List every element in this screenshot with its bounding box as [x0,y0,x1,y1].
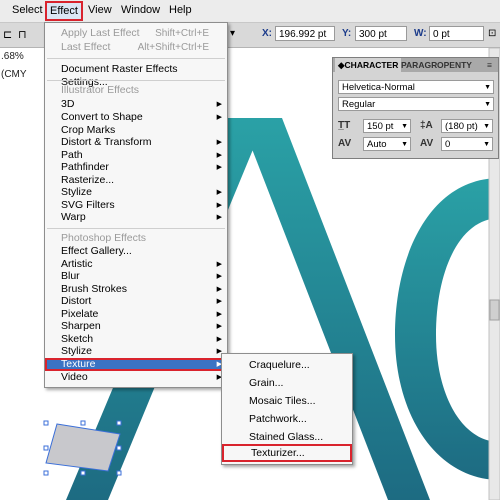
menu-item-distort-transform[interactable]: Distort & Transform ▶ [45,136,227,149]
menu-separator [47,80,225,81]
menu-item-stylize-photoshop[interactable]: Stylize ▶ [45,345,227,358]
photoshop-effects-header: Photoshop Effects [61,232,147,244]
submenu-arrow-icon: ▶ [216,139,222,146]
chevron-down-icon: ▼ [401,123,408,130]
texture-submenu: Craquelure... Grain... Mosaic Tiles... P… [221,353,353,465]
font-size-field[interactable]: 150 pt ▼ [363,119,411,133]
submenu-arrow-icon: ▶ [216,189,222,196]
tracking-field[interactable]: 0 ▼ [441,137,493,151]
kerning-field[interactable]: Auto ▼ [363,137,411,151]
x-field[interactable]: 196.992 pt [275,26,335,41]
submenu-arrow-icon: ▶ [216,214,222,221]
menu-separator [47,228,225,229]
font-style-select[interactable]: Regular ▼ [338,97,494,111]
font-size-icon: T̲T [338,120,351,131]
kerning-icon: AV [338,138,352,149]
menu-item-blur[interactable]: Blur ▶ [45,270,227,283]
submenu-arrow-icon: ▶ [216,298,222,305]
chevron-down-icon: ▼ [483,141,490,148]
w-label: W: [414,28,427,39]
align-left-icon[interactable]: ⊏ [3,28,12,41]
menu-item-stylize-illustrator[interactable]: Stylize ▶ [45,186,227,199]
menu-separator [47,58,225,59]
submenu-arrow-icon: ▶ [216,323,222,330]
menu-effect[interactable]: Effect [45,1,83,21]
menu-item-last-effect: Last Effect Alt+Shift+Ctrl+E [61,41,209,53]
submenu-item-craquelure[interactable]: Craquelure... [222,356,352,374]
leading-icon: ‡A [420,120,433,131]
menu-item-apply-last-effect: Apply Last Effect Shift+Ctrl+E [61,27,209,39]
menu-bar: Select Effect View Window Help [0,0,500,23]
panel-tabs: ◆CHARACTER PARAGR OPENTY ≡ [333,58,498,72]
effect-menu: Apply Last Effect Shift+Ctrl+E Last Effec… [44,22,228,388]
tab-paragraph[interactable]: PARAGR [401,58,437,72]
w-field[interactable]: 0 pt [429,26,484,41]
chevron-down-icon: ▼ [401,141,408,148]
menu-item-pathfinder[interactable]: Pathfinder ▶ [45,161,227,174]
submenu-item-grain[interactable]: Grain... [222,374,352,392]
menu-help[interactable]: Help [169,4,192,16]
x-label: X: [262,28,272,39]
submenu-arrow-icon: ▶ [216,164,222,171]
leading-field[interactable]: (180 pt) ▼ [441,119,493,133]
menu-select[interactable]: Select [12,4,43,16]
menu-item-texture[interactable]: Texture ▶ [45,358,227,371]
submenu-arrow-icon: ▶ [216,273,222,280]
tracking-icon: AV [420,138,434,149]
panel-menu-icon[interactable]: ≡ [487,58,492,72]
document-tab[interactable]: .68% (CMY [0,48,41,80]
chevron-down-icon: ▼ [484,84,491,91]
menu-item-3d[interactable]: 3D ▶ [45,98,227,111]
chevron-down-icon: ▼ [483,123,490,130]
submenu-item-texturizer[interactable]: Texturizer... [222,444,352,462]
submenu-item-patchwork[interactable]: Patchwork... [222,410,352,428]
menu-item-video[interactable]: Video ▶ [45,371,227,384]
letter-o-partial [395,178,500,480]
lock-proportions-icon[interactable]: ⊡ [488,28,496,39]
scrollbar-thumb [489,299,500,321]
tab-character[interactable]: ◆CHARACTER [335,58,402,72]
y-field[interactable]: 300 pt [355,26,407,41]
character-panel: ◆CHARACTER PARAGR OPENTY ≡ Helvetica-Nor… [332,57,499,159]
tab-opentype[interactable]: OPENTY [437,58,472,72]
submenu-item-mosaic-tiles[interactable]: Mosaic Tiles... [222,392,352,410]
menu-view[interactable]: View [88,4,112,16]
y-label: Y: [342,28,352,39]
font-family-select[interactable]: Helvetica-Normal ▼ [338,80,494,94]
menu-item-document-raster-settings[interactable]: Document Raster Effects Settings... [45,63,227,88]
menu-item-distort[interactable]: Distort ▶ [45,295,227,308]
menu-item-warp[interactable]: Warp ▶ [45,211,227,224]
menu-item-effect-gallery[interactable]: Effect Gallery... [45,245,227,258]
menu-item-sharpen[interactable]: Sharpen ▶ [45,320,227,333]
submenu-arrow-icon: ▶ [216,101,222,108]
submenu-arrow-icon: ▶ [216,114,222,121]
chevron-down-icon[interactable]: ▾ [230,28,235,39]
menu-item-convert-to-shape[interactable]: Convert to Shape ▶ [45,111,227,124]
menu-window[interactable]: Window [121,4,160,16]
chevron-down-icon: ▼ [484,101,491,108]
illustrator-effects-header: Illustrator Effects [61,84,140,96]
align-center-icon[interactable]: ⊓ [18,28,27,41]
